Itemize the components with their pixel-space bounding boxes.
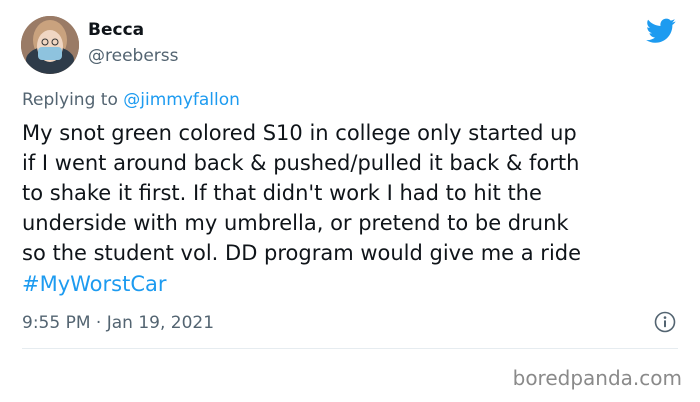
avatar[interactable] (21, 16, 79, 74)
info-icon[interactable] (654, 311, 676, 333)
divider (22, 348, 678, 349)
twitter-bird-icon[interactable] (646, 18, 676, 44)
author-handle[interactable]: @reeberss (88, 46, 179, 66)
hashtag-link[interactable]: #MyWorstCar (22, 269, 167, 299)
tweet-timestamp[interactable]: 9:55 PM · Jan 19, 2021 (22, 313, 214, 333)
replying-to: Replying to @jimmyfallon (22, 90, 240, 110)
watermark: boredpanda.com (512, 366, 682, 390)
replying-to-mention[interactable]: @jimmyfallon (123, 90, 240, 110)
tweet-text: My snot green colored S10 in college onl… (22, 121, 582, 265)
author-name[interactable]: Becca (88, 20, 144, 40)
replying-to-label: Replying to (22, 90, 118, 110)
